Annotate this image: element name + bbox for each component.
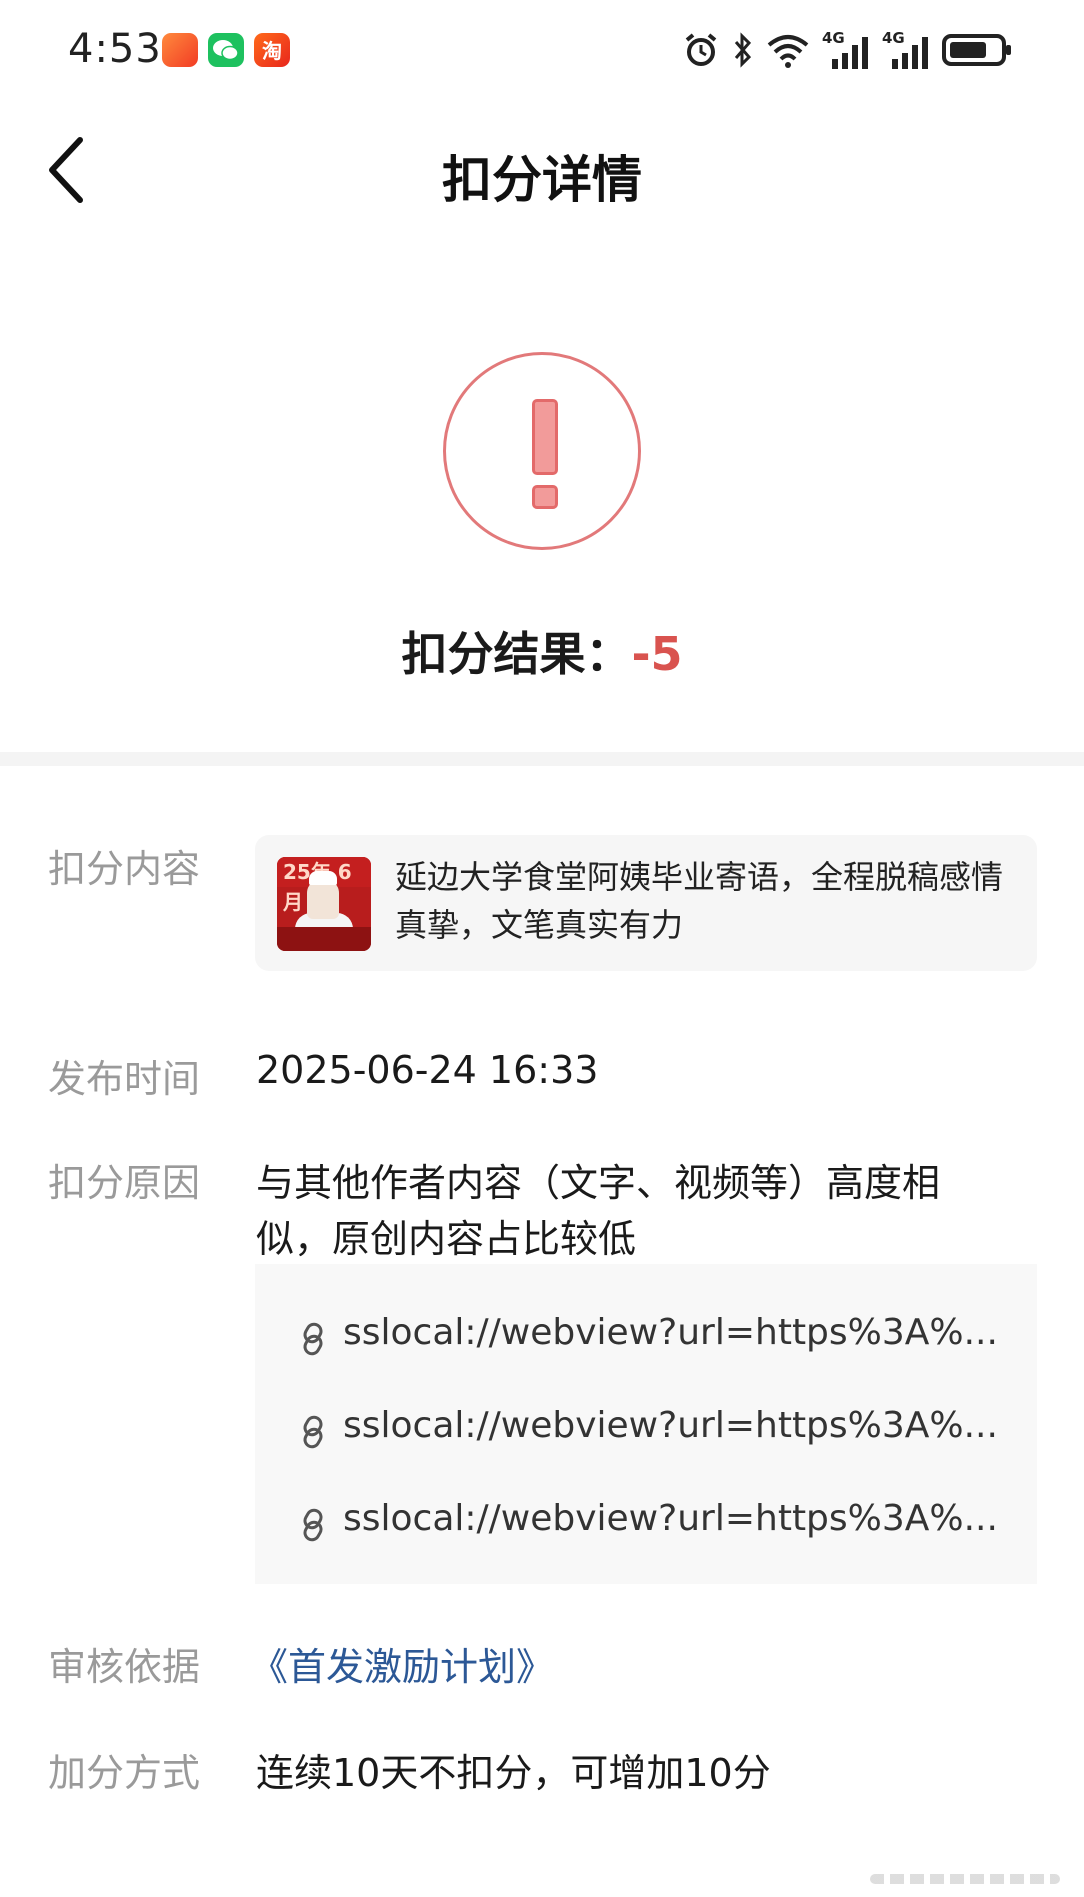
page-title: 扣分详情 <box>442 151 642 209</box>
publish-time: 2025-06-24 16:33 <box>256 1048 599 1092</box>
reference-link-text: sslocal://webview?url=https%3A%... <box>343 1405 998 1446</box>
link-icon <box>303 1415 323 1449</box>
reason-text-line1: 与其他作者内容（文字、视频等）高度相 <box>256 1161 941 1205</box>
reference-link[interactable]: sslocal://webview?url=https%3A%... <box>297 1492 1017 1552</box>
status-time: 4:53 <box>68 26 162 72</box>
header: 扣分详情 <box>0 110 1084 230</box>
reference-link[interactable]: sslocal://webview?url=https%3A%... <box>297 1399 1017 1459</box>
link-icon <box>303 1508 323 1542</box>
result-value: -5 <box>631 627 683 681</box>
reference-links: sslocal://webview?url=https%3A%... ssloc… <box>255 1264 1037 1584</box>
exclamation-dot <box>532 485 558 509</box>
signal-icon: 4G <box>882 29 930 69</box>
exclamation-bar <box>532 399 558 475</box>
battery-icon <box>942 34 1011 66</box>
taobao-app-icon: 淘 <box>254 33 290 67</box>
reason-label: 扣分原因 <box>48 1161 201 1205</box>
wechat-app-icon <box>208 33 244 67</box>
thumbnail-figure-face <box>307 879 339 919</box>
system-icons: 4G 4G <box>682 29 1014 70</box>
content-title: 延边大学食堂阿姨毕业寄语，全程脱稿感情真挚，文笔真实有力 <box>395 858 1004 944</box>
bonus-text: 连续10天不扣分，可增加10分 <box>256 1751 771 1795</box>
content-label: 扣分内容 <box>48 847 201 891</box>
reason-text-line2: 似，原创内容占比较低 <box>256 1217 637 1261</box>
wifi-icon <box>767 35 809 68</box>
publish-label: 发布时间 <box>48 1057 201 1101</box>
exclamation-circle-icon <box>443 352 641 550</box>
bonus-label: 加分方式 <box>48 1751 201 1795</box>
policy-link[interactable]: 《首发激励计划》 <box>250 1636 554 1691</box>
result-label: 扣分结果： <box>401 627 632 681</box>
link-icon <box>303 1322 323 1356</box>
taobao-glyph: 淘 <box>262 39 282 63</box>
alarm-icon <box>685 33 717 66</box>
gesture-bar[interactable] <box>870 1874 1060 1884</box>
bluetooth-icon <box>734 32 752 68</box>
thumbnail-figure-hat <box>309 871 337 885</box>
reference-link[interactable]: sslocal://webview?url=https%3A%... <box>297 1306 1017 1366</box>
result-line: 扣分结果：-5 <box>0 618 1084 684</box>
reference-link-text: sslocal://webview?url=https%3A%... <box>343 1498 998 1539</box>
status-bar: 4:53 淘 4G 4G <box>0 0 1084 100</box>
signal-icon: 4G <box>822 29 870 69</box>
basis-label: 审核依据 <box>48 1645 201 1689</box>
page: 4:53 淘 4G 4G 扣分详情 扣分结果：-5 扣分内容 25年 6月 延边… <box>0 0 1084 1897</box>
thumbnail-podium <box>277 927 371 951</box>
content-thumbnail: 25年 6月 <box>277 857 371 951</box>
reference-link-text: sslocal://webview?url=https%3A%... <box>343 1312 998 1353</box>
section-divider <box>0 752 1084 766</box>
content-card[interactable]: 25年 6月 延边大学食堂阿姨毕业寄语，全程脱稿感情真挚，文笔真实有力 <box>255 835 1037 971</box>
xianyu-app-icon <box>162 33 198 67</box>
